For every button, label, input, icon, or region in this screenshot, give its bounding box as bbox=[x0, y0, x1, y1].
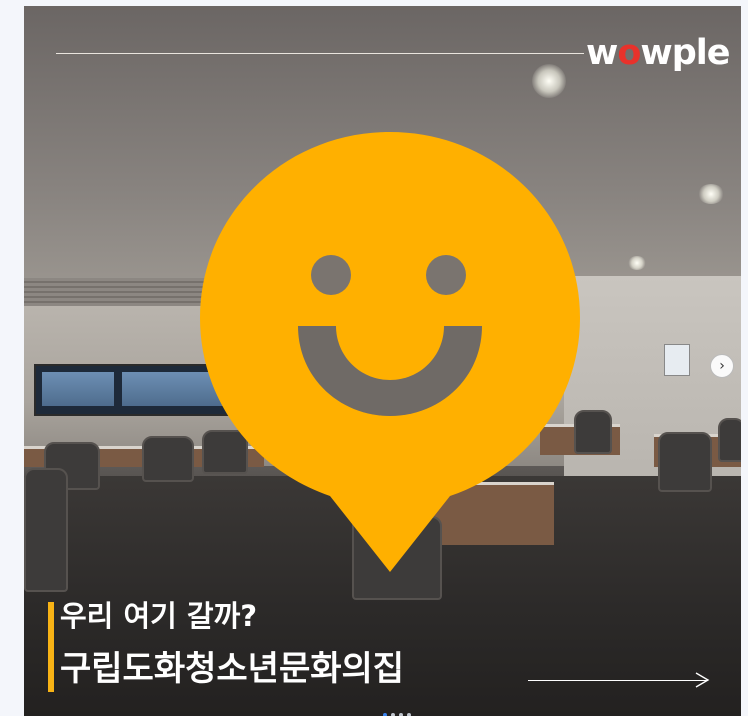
ceiling-light bbox=[698, 184, 724, 204]
right-wall bbox=[564, 276, 741, 506]
arrow-right-icon bbox=[695, 672, 710, 688]
chair bbox=[718, 418, 741, 462]
headline-accent-bar bbox=[48, 602, 54, 692]
arrow-line bbox=[528, 680, 708, 681]
header-divider bbox=[56, 53, 584, 54]
headline-line-1: 우리 여기 갈까? bbox=[60, 599, 258, 633]
carousel-next-button[interactable]: › bbox=[710, 354, 734, 378]
wall-poster bbox=[664, 344, 690, 376]
chevron-right-icon: › bbox=[719, 358, 725, 374]
chair bbox=[24, 468, 68, 592]
smiley-speech-bubble-icon bbox=[200, 132, 580, 572]
ceiling-light bbox=[628, 256, 646, 270]
chair bbox=[142, 436, 194, 482]
wowple-logo: wowple bbox=[586, 33, 731, 73]
chair bbox=[658, 432, 712, 492]
post-image: wowple › 우리 여기 갈까? 구립도화청소년문화의집 bbox=[24, 6, 741, 716]
headline-line-2: 구립도화청소년문화의집 bbox=[60, 649, 405, 689]
ceiling-light bbox=[532, 64, 566, 98]
